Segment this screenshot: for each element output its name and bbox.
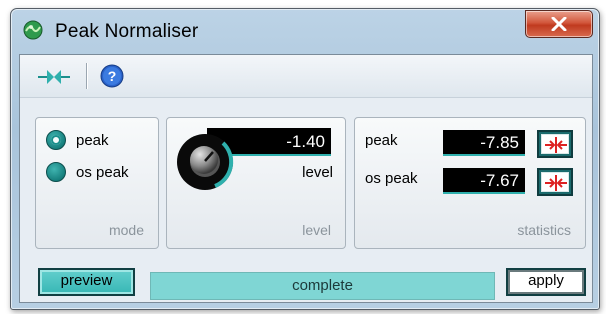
peak-to-level-icon bbox=[545, 175, 567, 191]
level-panel-label: level bbox=[302, 222, 331, 238]
mode-panel: peak os peak mode bbox=[35, 117, 159, 249]
statistics-panel: peak -7.85 os peak -7.67 statistics bbox=[354, 117, 586, 249]
close-button[interactable] bbox=[525, 10, 593, 38]
preview-button[interactable]: preview bbox=[38, 268, 135, 296]
bypass-icon[interactable] bbox=[38, 68, 70, 86]
peak-to-level-button[interactable] bbox=[537, 130, 573, 158]
mode-option-label: peak bbox=[76, 131, 109, 149]
title-bar[interactable]: Peak Normaliser bbox=[11, 9, 599, 55]
mode-option-peak[interactable]: peak bbox=[46, 130, 109, 150]
stat-os-peak-value: -7.67 bbox=[443, 168, 525, 194]
radio-os-peak[interactable] bbox=[46, 162, 66, 182]
stat-os-peak-label: os peak bbox=[365, 170, 418, 187]
stat-peak-label: peak bbox=[365, 132, 398, 149]
window-title: Peak Normaliser bbox=[55, 21, 199, 42]
help-icon[interactable]: ? bbox=[100, 64, 124, 88]
statistics-panel-label: statistics bbox=[517, 222, 571, 238]
peak-to-level-icon bbox=[545, 137, 567, 153]
plugin-window: Peak Normaliser ? peak os peak mode -1.4… bbox=[10, 8, 600, 310]
mode-option-os-peak[interactable]: os peak bbox=[46, 162, 129, 182]
mode-option-label: os peak bbox=[76, 163, 129, 181]
level-knob[interactable] bbox=[173, 130, 237, 194]
stat-peak-value: -7.85 bbox=[443, 130, 525, 156]
progress-bar: complete bbox=[150, 272, 495, 300]
apply-button[interactable]: apply bbox=[506, 268, 586, 296]
knob-label: level bbox=[302, 164, 333, 181]
svg-text:?: ? bbox=[108, 68, 117, 84]
radio-peak-selected[interactable] bbox=[46, 130, 66, 150]
progress-status-text: complete bbox=[292, 277, 353, 294]
level-panel: -1.40 level level bbox=[166, 117, 346, 249]
toolbar: ? bbox=[20, 55, 592, 98]
toolbar-separator bbox=[86, 63, 87, 89]
mode-panel-label: mode bbox=[108, 222, 144, 238]
close-icon bbox=[551, 17, 567, 31]
os-peak-to-level-button[interactable] bbox=[537, 168, 573, 196]
plugin-logo-icon bbox=[23, 20, 43, 40]
plugin-body: ? peak os peak mode -1.40 level level pe… bbox=[19, 54, 593, 303]
